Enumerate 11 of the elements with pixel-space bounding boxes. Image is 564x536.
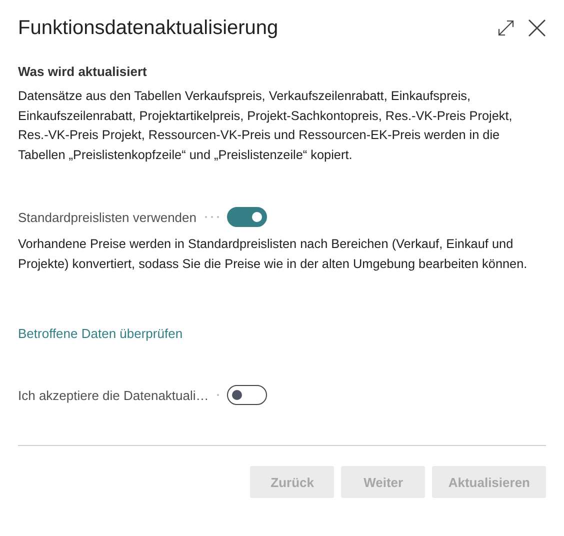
description-text: Datensätze aus den Tabellen Verkaufspreis, Verkaufszeilenrabatt, Einkaufspreis, Einkaufszeilenrabatt, Projektartikelpreis, Projekt-Sachkontopreis, Res.-VK-Preis Projekt, Res.-VK-Preis Projekt, Ressourcen-VK-Preis und Ressourcen-EK-Preis werden in die Tabellen „Preislistenkopfzeile“ und „Preislistenzeile“ kopiert. xyxy=(18,88,514,164)
dialog-title: Funktionsdatenaktualisierung xyxy=(18,16,278,40)
section-heading: Was wird aktualisiert xyxy=(18,64,148,79)
toggle-switch[interactable] xyxy=(226,207,266,227)
close-icon[interactable] xyxy=(528,19,546,37)
accept-label: Ich akzeptiere die Datenaktuali… xyxy=(18,388,209,402)
toggle-switch[interactable] xyxy=(226,385,267,405)
review-data-link[interactable]: Betroffene Daten überprüfen xyxy=(18,326,183,341)
option-description: Vorhandene Preise werden in Standardpreislisten nach Bereichen (Verkauf, Einkauf und Projekte) konvertiert, sodass Sie die Preise wie in der alten Umgebung bearbeiten können. xyxy=(18,236,528,273)
expand-icon[interactable] xyxy=(498,20,514,36)
option-label: Standardpreislisten verwenden xyxy=(18,210,196,224)
